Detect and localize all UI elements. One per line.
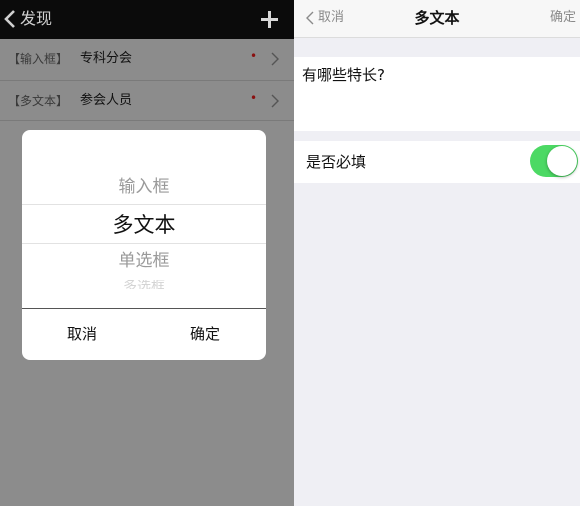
plus-icon[interactable]: [261, 11, 278, 28]
selection-divider: [22, 243, 266, 244]
field-type-label: 【多文本】: [8, 94, 69, 108]
field-name: 参会人员: [80, 93, 133, 108]
required-label: 是否必填: [306, 153, 367, 171]
chevron-right-icon: [271, 94, 279, 108]
required-setting-row: 是否必填: [294, 141, 580, 183]
required-toggle[interactable]: [530, 145, 578, 177]
chevron-left-icon[interactable]: [4, 9, 16, 29]
field-name: 专科分会: [80, 51, 133, 66]
question-textarea[interactable]: 有哪些特长?: [294, 57, 580, 131]
required-mark: •: [250, 91, 258, 105]
picker-option[interactable]: 输入框: [22, 176, 266, 198]
nav-bar: 发现: [0, 0, 294, 39]
type-picker-wheel[interactable]: 输入框 多文本 单选框 多选框: [22, 130, 266, 308]
question-text: 有哪些特长?: [302, 66, 385, 84]
required-mark: •: [250, 49, 258, 63]
confirm-button[interactable]: 确定: [165, 323, 245, 345]
confirm-button[interactable]: 确定: [550, 9, 576, 27]
picker-option[interactable]: 单选框: [22, 250, 266, 272]
field-type-label: 【输入框】: [8, 52, 69, 66]
picker-option[interactable]: 多选框: [22, 280, 266, 289]
nav-title[interactable]: 发现: [20, 8, 52, 30]
cancel-button[interactable]: 取消: [42, 323, 122, 345]
chevron-right-icon: [271, 52, 279, 66]
list-item[interactable]: 【多文本】 参会人员 •: [0, 80, 294, 121]
field-edit-screen: 取消 多文本 确定 有哪些特长? 是否必填: [294, 0, 580, 506]
selection-divider: [22, 204, 266, 205]
list-item[interactable]: 【输入框】 专科分会 •: [0, 39, 294, 80]
page-title: 多文本: [414, 9, 460, 27]
field-list-screen: 发现 【输入框】 专科分会 • 【多文本】 参会人员 • 输入框 多文本 单选框…: [0, 0, 294, 506]
toggle-knob: [547, 146, 577, 176]
dialog-divider: [22, 308, 266, 309]
picker-option-selected[interactable]: 多文本: [22, 211, 266, 239]
type-picker-dialog: 输入框 多文本 单选框 多选框 取消 确定: [22, 130, 266, 360]
nav-bar: 取消 多文本 确定: [294, 0, 580, 38]
